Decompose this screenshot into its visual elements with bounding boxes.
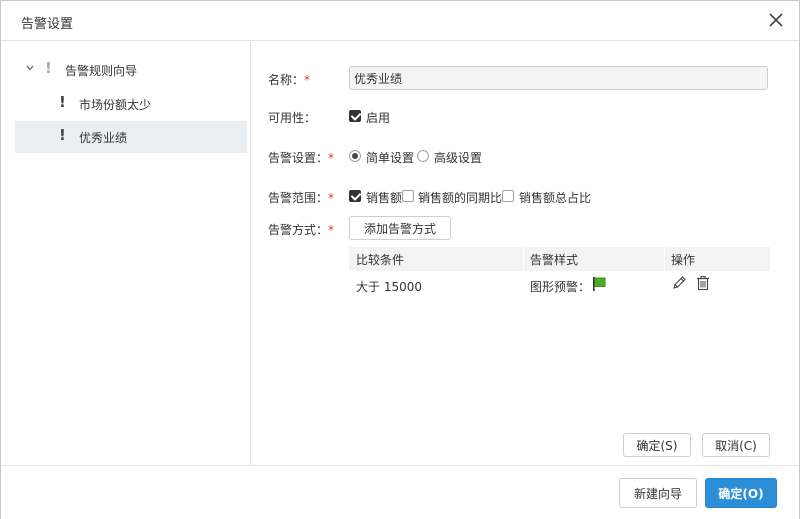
tree-node-label: 告警规则向导 <box>65 64 138 78</box>
close-icon[interactable] <box>767 11 785 29</box>
table-header: 比较条件 告警样式 操作 <box>349 247 770 271</box>
advanced-setting-label: 高级设置 <box>434 151 483 165</box>
alert-method-label: 告警方式：* <box>268 223 335 237</box>
sales-label: 销售额 <box>366 191 403 205</box>
sales-yoy-label: 销售额的同期比 <box>418 191 503 205</box>
enable-checkbox[interactable] <box>349 110 361 122</box>
name-label: 名称：* <box>268 73 311 87</box>
inner-ok-button[interactable]: 确定(S) <box>623 433 691 457</box>
tree-node-label: 优秀业绩 <box>79 131 128 145</box>
chevron-down-icon[interactable] <box>25 63 35 73</box>
dialog-titlebar: 告警设置 <box>1 1 799 41</box>
simple-setting-label: 简单设置 <box>366 151 415 165</box>
column-header-actions: 操作 <box>671 253 696 267</box>
rule-detail-panel: 名称：* 可用性： 启用 告警设置：* 简单设置 高级设置 告警范围：* 销售额… <box>252 42 799 465</box>
column-divider <box>523 247 524 271</box>
sales-share-label: 销售额总占比 <box>519 191 592 205</box>
tree-node-excellent-performance[interactable]: ! 优秀业绩 <box>15 121 247 153</box>
advanced-setting-radio[interactable] <box>417 150 429 162</box>
alert-scope-label: 告警范围：* <box>268 191 335 205</box>
tree-node-market-share[interactable]: ! 市场份额太少 <box>15 88 247 120</box>
column-header-style: 告警样式 <box>530 253 579 267</box>
new-wizard-button[interactable]: 新建向导 <box>619 478 697 508</box>
add-alert-method-button[interactable]: 添加告警方式 <box>349 216 451 240</box>
sales-share-checkbox[interactable] <box>502 190 514 202</box>
alert-exclamation-icon: ! <box>59 93 66 111</box>
column-divider <box>664 247 665 271</box>
green-flag-icon <box>593 277 606 291</box>
condition-cell: 大于 15000 <box>356 280 422 294</box>
tree-node-label: 市场份额太少 <box>79 98 152 112</box>
alert-setting-label: 告警设置：* <box>268 151 335 165</box>
sales-checkbox[interactable] <box>349 190 361 202</box>
alert-exclamation-icon: ! <box>45 59 52 77</box>
tree-node-root[interactable]: ! 告警规则向导 <box>15 54 247 86</box>
dialog-title: 告警设置 <box>21 17 74 32</box>
dialog-footer: 新建向导 确定(O) <box>1 465 799 519</box>
name-input[interactable] <box>349 66 768 90</box>
simple-setting-radio[interactable] <box>349 150 361 162</box>
sales-yoy-checkbox[interactable] <box>402 190 414 202</box>
rule-tree-panel: ! 告警规则向导 ! 市场份额太少 ! 优秀业绩 <box>1 42 251 465</box>
delete-trash-icon[interactable] <box>695 275 711 291</box>
alert-exclamation-icon: ! <box>59 126 66 144</box>
style-cell: 图形预警： <box>530 280 591 294</box>
confirm-button[interactable]: 确定(O) <box>705 478 777 508</box>
column-header-condition: 比较条件 <box>356 253 405 267</box>
inner-cancel-button[interactable]: 取消(C) <box>702 433 770 457</box>
alert-settings-dialog: 告警设置 ! 告警规则向导 ! 市场份额太少 ! 优秀业绩 名称：* 可用性： <box>0 0 800 519</box>
edit-pencil-icon[interactable] <box>671 275 687 291</box>
availability-label: 可用性： <box>268 111 317 125</box>
enable-label: 启用 <box>366 111 391 125</box>
